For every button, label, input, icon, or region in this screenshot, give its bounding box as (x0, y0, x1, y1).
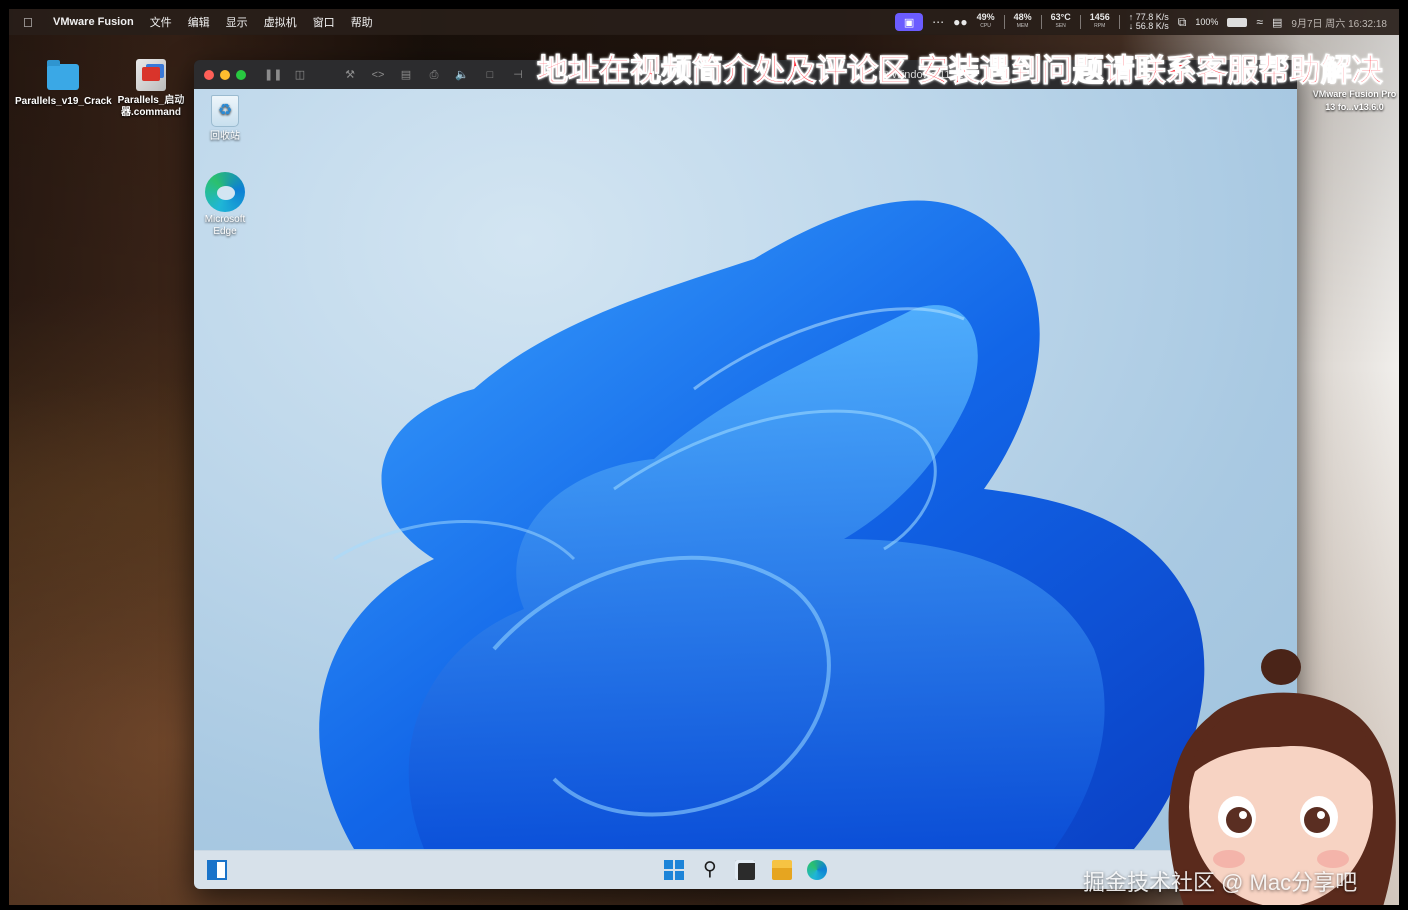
menu-vm[interactable]: 虚拟机 (264, 14, 297, 30)
edge-icon (205, 172, 245, 212)
parallels-file-icon (136, 59, 166, 91)
mem-label: MEM (1017, 22, 1029, 31)
pause-icon[interactable]: ❚❚ (264, 68, 280, 82)
net-down-value: ↓ 56.8 K/s (1129, 22, 1169, 31)
menu-view[interactable]: 显示 (226, 14, 248, 30)
network-stat[interactable]: ↑ 77.8 K/s↓ 56.8 K/s (1129, 13, 1169, 31)
close-button[interactable] (204, 70, 214, 80)
wifi-icon[interactable]: ≈ (1256, 15, 1263, 29)
recycle-bin-label: 回收站 (196, 131, 254, 143)
sound-icon[interactable]: 🔈 (454, 68, 470, 82)
mem-stat[interactable]: 48%MEM (1014, 13, 1032, 31)
temp-value: 63°C (1051, 13, 1071, 22)
apple-icon[interactable]:  (23, 15, 45, 30)
divider (1080, 15, 1081, 29)
recycle-bin-icon: ♻ (211, 95, 239, 127)
cpu-stat[interactable]: 49%CPU (977, 13, 995, 31)
hard-disk-icon[interactable]: ▤ (398, 68, 414, 82)
code-icon[interactable]: <> (370, 68, 386, 82)
start-icon[interactable] (664, 860, 684, 880)
menu-edit[interactable]: 编辑 (188, 14, 210, 30)
temp-stat[interactable]: 63°CSEN (1051, 13, 1071, 31)
cpu-label: CPU (980, 22, 991, 31)
divider (1119, 15, 1120, 29)
desktop-icon-parallels-launcher[interactable]: Parallels_启动器.command (103, 59, 199, 119)
desktop-icon-label: Parallels_启动器.command (103, 95, 199, 119)
menu-app-name[interactable]: VMware Fusion (53, 16, 134, 28)
windows-desktop[interactable]: ♻ 回收站 Microsoft Edge (194, 89, 1297, 850)
snapshot-icon[interactable]: ◫ (292, 68, 308, 82)
zoom-button[interactable] (236, 70, 246, 80)
screen-mirror-icon[interactable]: ▣ (895, 13, 923, 31)
widgets-icon[interactable] (207, 860, 227, 880)
menu-window[interactable]: 窗口 (313, 14, 335, 30)
mac-menubar:  VMware Fusion 文件 编辑 显示 虚拟机 窗口 帮助 ▣ ⋯ ●… (9, 9, 1399, 35)
recycle-bin-shortcut[interactable]: ♻ 回收站 (196, 95, 254, 143)
menubar-status-area: ▣ ⋯ ●● 49%CPU 48%MEM 63°CSEN 1456RPM ↑ 7… (895, 9, 1387, 35)
battery-percent[interactable]: 100% (1195, 17, 1218, 27)
more-icon[interactable]: ⋯ (932, 15, 944, 29)
camera-icon[interactable]: □ (482, 68, 498, 82)
settings-wrench-icon[interactable]: ⚒ (342, 68, 358, 82)
fan-stat[interactable]: 1456RPM (1090, 13, 1110, 31)
wechat-icon[interactable]: ●● (953, 15, 968, 29)
search-icon[interactable]: ⚲ (700, 860, 720, 880)
task-view-icon[interactable] (735, 860, 755, 880)
printer-icon[interactable]: ⎙ (426, 68, 442, 82)
minimize-button[interactable] (220, 70, 230, 80)
desktop-icon-vmware-installer-label[interactable]: VMware Fusion Pro 13 fo...v13.6.0 (1307, 88, 1399, 114)
video-caption: 地址在视频简介处及评论区 安装遇到问题请联系客服帮助解决 (537, 45, 1383, 90)
cartoon-avatar (1149, 607, 1399, 905)
battery-icon[interactable] (1227, 18, 1247, 27)
vm-window: ❚❚ ◫ ⚒ <> ▤ ⎙ 🔈 □ ⊣ ‹ ▣ Windows 11 -2 (194, 60, 1297, 889)
control-center-icon[interactable]: ▤ (1272, 16, 1282, 29)
mac-desktop:  VMware Fusion 文件 编辑 显示 虚拟机 窗口 帮助 ▣ ⋯ ●… (9, 9, 1399, 905)
divider (1041, 15, 1042, 29)
fan-label: RPM (1094, 22, 1105, 31)
windows-bloom-wallpaper (194, 89, 1297, 850)
channel-watermark: 掘金技术社区 @ Mac分享吧 (1083, 865, 1357, 897)
usb-icon[interactable]: ⊣ (510, 68, 526, 82)
cpu-value: 49% (977, 13, 995, 22)
folder-icon (47, 64, 79, 90)
mem-value: 48% (1014, 13, 1032, 22)
file-explorer-icon[interactable] (772, 860, 792, 880)
edge-label: Microsoft Edge (196, 214, 254, 238)
edge-shortcut[interactable]: Microsoft Edge (196, 172, 254, 238)
menu-help[interactable]: 帮助 (351, 14, 373, 30)
fan-value: 1456 (1090, 13, 1110, 22)
temp-label: SEN (1056, 22, 1066, 31)
desktop-icon-parallels-crack[interactable]: Parallels_v19_Crack (15, 64, 111, 108)
divider (1004, 15, 1005, 29)
clock[interactable]: 9月7日 周六 16:32:18 (1291, 15, 1387, 30)
edge-taskbar-icon[interactable] (807, 860, 827, 880)
desktop-icon-label: Parallels_v19_Crack (15, 96, 111, 108)
cursor-icon[interactable]: ⧉ (1178, 15, 1187, 30)
menu-file[interactable]: 文件 (150, 14, 172, 30)
